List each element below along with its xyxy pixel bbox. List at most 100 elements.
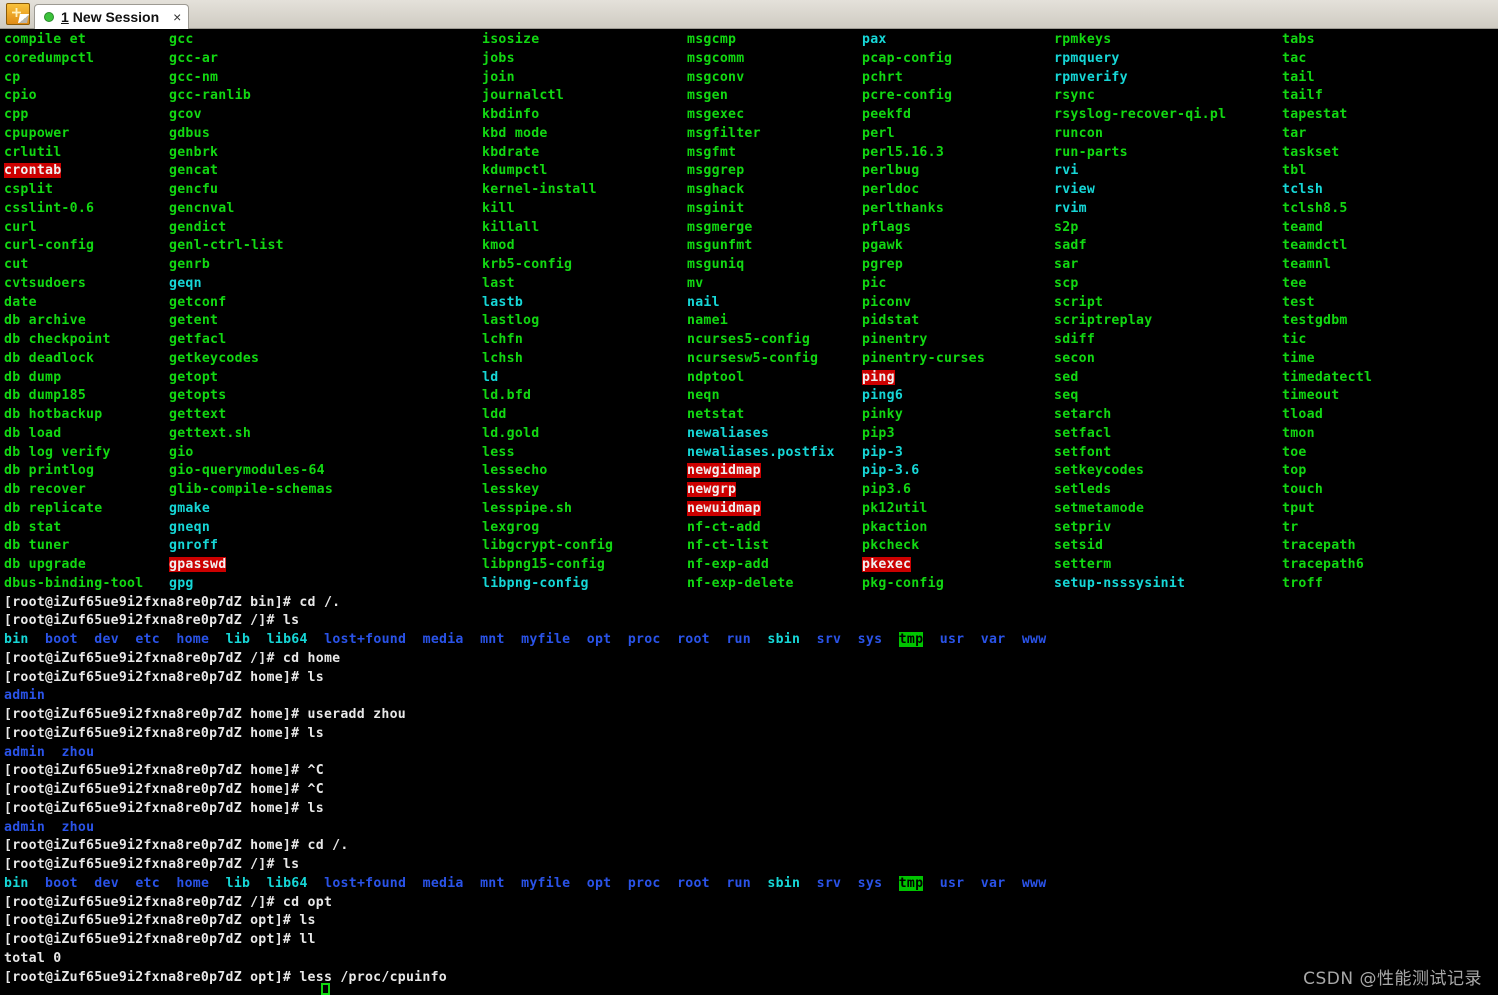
ls-entry: csslint-0.6	[4, 200, 95, 216]
ls-entry: db hotbackup	[4, 407, 103, 422]
shell-command: cd /.	[299, 594, 341, 610]
ls-entry: nf-ct-list	[687, 538, 770, 554]
ls-entry: run-parts	[1054, 144, 1128, 160]
ls-entry: gencat	[169, 163, 219, 179]
ls-entry: tmp	[898, 632, 924, 647]
ls-entry: peekfd	[862, 107, 912, 122]
ls-entry: toe	[1282, 444, 1307, 460]
ls-entry: date	[4, 294, 37, 310]
command-output: total 0	[4, 950, 1498, 969]
ls-entry: netstat	[687, 407, 745, 422]
ls-entry: journalctl	[482, 88, 565, 104]
ls-entry: tracepath6	[1282, 557, 1365, 572]
ls-entry: home	[176, 632, 210, 647]
ls-entry: setsid	[1054, 538, 1104, 554]
ls-entry: tar	[1282, 125, 1307, 141]
shell-command: ls	[307, 800, 324, 816]
ls-entry: nf-ct-add	[687, 519, 761, 535]
ls-entry: killall	[482, 219, 540, 235]
ls-entry: pic	[862, 275, 887, 291]
ls-entry: dev	[94, 632, 119, 647]
close-icon[interactable]: ×	[173, 10, 181, 24]
ls-entry: rvi	[1054, 163, 1079, 179]
ls-entry: msgconv	[687, 69, 745, 85]
ls-entry: gpasswd	[169, 557, 227, 572]
shell-command: ll	[299, 932, 316, 947]
ls-entry: troff	[1282, 575, 1324, 591]
ls-entry: tmon	[1282, 425, 1315, 441]
ls-entry: join	[482, 69, 515, 85]
directory-listing: admin zhou	[4, 819, 1498, 838]
prompt-line: [root@iZuf65ue9i2fxna8re0p7dZ home]# use…	[4, 706, 1498, 725]
ls-column-7: tabs tac tail tailf tapestat tar taskset tbl tcl…	[1282, 31, 1442, 594]
ls-entry: krb5-config	[482, 257, 573, 272]
shell-command: ls	[307, 669, 324, 685]
ls-entry: genl-ctrl-list	[169, 238, 284, 254]
tab-title: New Session	[72, 9, 160, 25]
ls-entry: var	[980, 632, 1006, 647]
ls-column-5: pax pcap-config pchrt pcre-config peekfd perl…	[862, 31, 1054, 594]
ls-entry: pgrep	[862, 257, 904, 272]
tab-new-session[interactable]: 1 New Session ×	[34, 4, 190, 29]
prompt-line: [root@iZuf65ue9i2fxna8re0p7dZ opt]# less…	[4, 969, 1498, 988]
ls-entry: db load	[4, 425, 62, 441]
prompt-line: [root@iZuf65ue9i2fxna8re0p7dZ home]# ls	[4, 800, 1498, 819]
ls-entry: setmetamode	[1054, 500, 1145, 516]
ls-entry: sys	[857, 875, 883, 891]
ls-entry: db replicate	[4, 500, 103, 516]
ls-entry: db log verify	[4, 444, 111, 460]
ls-entry: piconv	[862, 294, 912, 310]
prompt-line: [root@iZuf65ue9i2fxna8re0p7dZ opt]# ll	[4, 931, 1498, 950]
ls-entry: geqn	[169, 275, 202, 291]
shell-prompt: [root@iZuf65ue9i2fxna8re0p7dZ home]#	[4, 800, 308, 816]
shell-session-output: [root@iZuf65ue9i2fxna8re0p7dZ bin]# cd /…	[4, 594, 1498, 988]
ls-entry: gio	[169, 444, 194, 460]
terminal-viewport[interactable]: compile et coredumpctl cp cpio cpp cpupower cr…	[0, 29, 1498, 995]
ls-entry: teamdctl	[1282, 238, 1348, 254]
ls-entry: kernel-install	[482, 182, 597, 197]
ls-entry: setarch	[1054, 407, 1112, 422]
prompt-line: [root@iZuf65ue9i2fxna8re0p7dZ /]# ls	[4, 612, 1498, 631]
ls-entry: taskset	[1282, 144, 1340, 160]
ls-entry: lost+found	[324, 875, 407, 891]
ls-entry: nf-exp-add	[687, 557, 770, 572]
ls-entry: gpg	[169, 575, 194, 591]
ls-entry: pip-3.6	[862, 463, 920, 479]
ls-entry: time	[1282, 350, 1315, 366]
ls-entry: getconf	[169, 294, 227, 310]
shell-prompt: [root@iZuf65ue9i2fxna8re0p7dZ /]#	[4, 857, 283, 872]
ls-entry: pkcheck	[862, 538, 920, 554]
ls-entry: gcov	[169, 107, 202, 122]
ls-entry: boot	[45, 632, 78, 647]
shell-command: cd /.	[307, 838, 349, 854]
ls-entry: sys	[857, 632, 883, 647]
ls-entry: ping	[862, 369, 895, 385]
ls-entry: tic	[1282, 332, 1307, 347]
ls-entry: isosize	[482, 32, 540, 47]
ls-entry: kbdrate	[482, 144, 540, 160]
ls-entry: admin	[4, 688, 46, 704]
ls-entry: getopts	[169, 388, 227, 404]
ls-entry: pip3.6	[862, 482, 912, 497]
ls-entry: lchsh	[482, 350, 524, 366]
ls-entry: db archive	[4, 313, 87, 329]
ls-entry: lchfn	[482, 332, 524, 347]
ls-entry: kill	[482, 200, 515, 216]
ls-entry: secon	[1054, 350, 1096, 366]
ls-entry: teamnl	[1282, 257, 1332, 272]
root-directory-listing: bin boot dev etc home lib lib64 lost+fou…	[4, 875, 1498, 894]
ls-entry: pinentry-curses	[862, 350, 986, 366]
